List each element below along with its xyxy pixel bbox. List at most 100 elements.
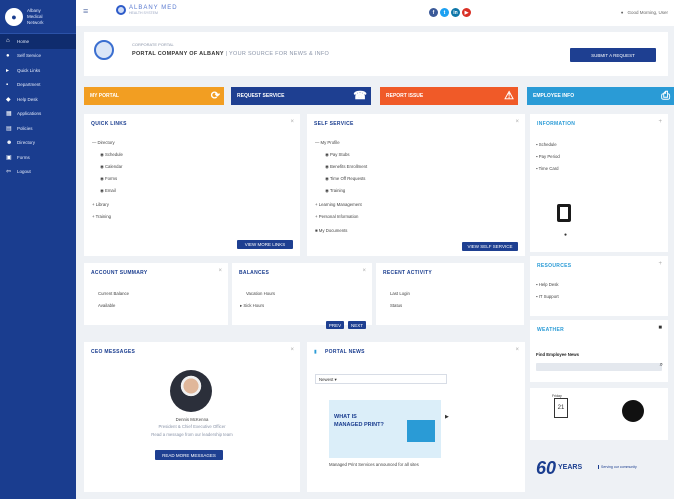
ceo-name: Dennis McKenna — [175, 417, 209, 422]
sidebar-item-label: Directory — [17, 140, 36, 146]
list-item[interactable]: ◉ Calendar — [100, 164, 122, 170]
sidebar-brand[interactable]: ● Albany Medical Network — [0, 0, 76, 34]
calendar-icon[interactable]: 21 — [554, 398, 568, 418]
list-item[interactable]: Last Login — [390, 291, 410, 296]
card-title: RECENT ACTIVITY — [383, 270, 433, 276]
list-item-label: Help Desk — [538, 282, 559, 287]
search-label: Find Employee News — [536, 352, 579, 357]
facebook-icon[interactable]: f — [429, 8, 438, 17]
list-item[interactable]: + Training — [92, 214, 111, 219]
news-filter-select[interactable]: Newest ▾ — [315, 374, 447, 384]
list-item[interactable]: ▪ IT Support — [536, 294, 559, 299]
tile-report-issue[interactable]: REPORT ISSUE ⚠ — [380, 87, 518, 105]
printer-icon: ⎙ — [661, 90, 670, 102]
sidebar-item-label: Applications — [17, 111, 42, 117]
sidebar-item-label: Department — [17, 82, 41, 88]
breadcrumb[interactable]: CORPORATE PORTAL — [132, 42, 174, 47]
logout-icon: ⇦ — [6, 169, 12, 176]
list-item[interactable]: ◉ Pay Stubs — [325, 152, 350, 158]
list-item[interactable]: ◉ Training — [325, 188, 345, 194]
list-item[interactable]: Vacation Hours — [246, 291, 275, 296]
collapse-icon[interactable]: + — [658, 261, 662, 267]
list-item[interactable]: ◉ Time Off Requests — [325, 176, 365, 182]
top-logo[interactable]: ALBANY MED HEALTH SYSTEM — [116, 5, 178, 15]
document-icon[interactable] — [557, 204, 571, 222]
sidebar-item-logout[interactable]: ⇦ Logout — [0, 165, 76, 180]
sidebar-item-home[interactable]: ⌂ Home — [0, 34, 76, 49]
sidebar-item-quick-links[interactable]: ▸ Quick Links — [0, 63, 76, 78]
carousel-next-icon[interactable]: ▶ — [445, 414, 449, 420]
list-item[interactable]: + Learning Management — [315, 202, 362, 207]
collapse-icon[interactable]: × — [362, 268, 366, 274]
social-links: f t in ▶ — [429, 8, 471, 17]
card-title: PORTAL NEWS — [325, 349, 365, 355]
list-item-label: Training — [329, 188, 346, 193]
list-item[interactable]: ▸ Sick Hours — [240, 303, 264, 309]
list-item[interactable]: — My Profile — [315, 140, 340, 145]
promo-text: MANAGED PRINT? — [334, 422, 384, 428]
list-item[interactable]: ▪ Help Desk — [536, 282, 559, 287]
twitter-icon[interactable]: t — [440, 8, 449, 17]
logo-icon: ● — [5, 7, 23, 26]
calendar-clock-card: 21 Friday — [530, 388, 668, 440]
news-promo-image[interactable]: WHAT IS MANAGED PRINT? — [329, 400, 441, 458]
list-item[interactable]: ◉ Benefits Enrollment — [325, 164, 367, 170]
submit-request-button[interactable]: SUBMIT A REQUEST — [570, 48, 656, 62]
list-item[interactable]: + Library — [92, 202, 109, 207]
list-item[interactable]: ◉ Forms — [100, 176, 117, 182]
view-more-links-button[interactable]: VIEW MORE LINKS — [237, 240, 293, 249]
list-item[interactable]: — Directory — [92, 140, 115, 145]
card-title: CEO MESSAGES — [91, 349, 136, 355]
sidebar-item-help-desk[interactable]: ◆ Help Desk — [0, 92, 76, 107]
dot-indicator: ● — [564, 232, 568, 238]
brand-subtext: HEALTH SYSTEM — [129, 11, 158, 15]
sidebar-item-department[interactable]: ▪ Department — [0, 78, 76, 93]
list-item[interactable]: ▪ Time Card — [536, 166, 559, 171]
account-summary-card: ACCOUNT SUMMARY × Current Balance Availab… — [84, 263, 228, 325]
list-item[interactable]: Available — [98, 303, 115, 308]
search-input[interactable] — [536, 363, 662, 371]
tile-request-service[interactable]: REQUEST SERVICE ☎ — [231, 87, 371, 105]
brand-line: Medical — [27, 13, 43, 19]
collapse-icon[interactable]: × — [515, 119, 519, 125]
list-item-label: Schedule — [538, 142, 557, 147]
sidebar-item-applications[interactable]: ▦ Applications — [0, 107, 76, 122]
prev-page-button[interactable]: PREV — [326, 321, 344, 329]
next-page-button[interactable]: NEXT — [348, 321, 366, 329]
read-more-messages-button[interactable]: READ MORE MESSAGES — [155, 450, 223, 460]
news-caption[interactable]: Managed Print Services announced for all… — [329, 462, 419, 467]
sidebar-item-self-service[interactable]: ● Self Service — [0, 49, 76, 64]
sidebar-item-policies[interactable]: ▤ Policies — [0, 121, 76, 136]
linkedin-icon[interactable]: in — [451, 8, 460, 17]
ceo-caption: Read a message from our leadership team — [151, 432, 233, 437]
filter-value: Newest — [319, 377, 334, 382]
list-item[interactable]: ◉ Schedule — [100, 152, 123, 158]
tile-my-portal[interactable]: MY PORTAL ⟳ — [84, 87, 224, 105]
tile-label: REQUEST SERVICE — [237, 93, 285, 99]
collapse-icon[interactable]: × — [290, 119, 294, 125]
collapse-icon[interactable]: × — [515, 347, 519, 353]
list-item[interactable]: Current Balance — [98, 291, 129, 296]
sidebar-item-directory[interactable]: ☻ Directory — [0, 136, 76, 151]
sidebar-item-forms[interactable]: ▣ Forms — [0, 150, 76, 165]
people-icon: ☻ — [6, 139, 13, 146]
camera-icon[interactable]: ■ — [658, 325, 662, 331]
youtube-icon[interactable]: ▶ — [462, 8, 471, 17]
list-item[interactable]: + Personal Information — [315, 214, 358, 219]
search-icon[interactable]: ⌕ — [660, 362, 663, 369]
tile-employee-info[interactable]: EMPLOYEE INFO ⎙ — [527, 87, 674, 105]
collapse-icon[interactable]: × — [218, 268, 222, 274]
list-item[interactable]: ◉ Email — [100, 188, 116, 194]
user-menu[interactable]: ● Good Morning, User — [621, 10, 668, 15]
list-item[interactable]: ▪ Pay Period — [536, 154, 560, 159]
list-item[interactable]: ▪ Schedule — [536, 142, 557, 147]
view-self-service-button[interactable]: VIEW SELF SERVICE — [462, 242, 518, 251]
list-item-label: Personal Information — [318, 214, 359, 219]
list-item[interactable]: Status — [390, 303, 402, 308]
collapse-icon[interactable]: × — [290, 347, 294, 353]
list-item-label: Schedule — [104, 152, 123, 157]
list-item[interactable]: ■ My Documents — [315, 228, 347, 233]
collapse-icon[interactable]: + — [658, 119, 662, 125]
list-item-label: Forms — [104, 176, 118, 181]
menu-icon[interactable]: ≡ — [83, 6, 88, 16]
